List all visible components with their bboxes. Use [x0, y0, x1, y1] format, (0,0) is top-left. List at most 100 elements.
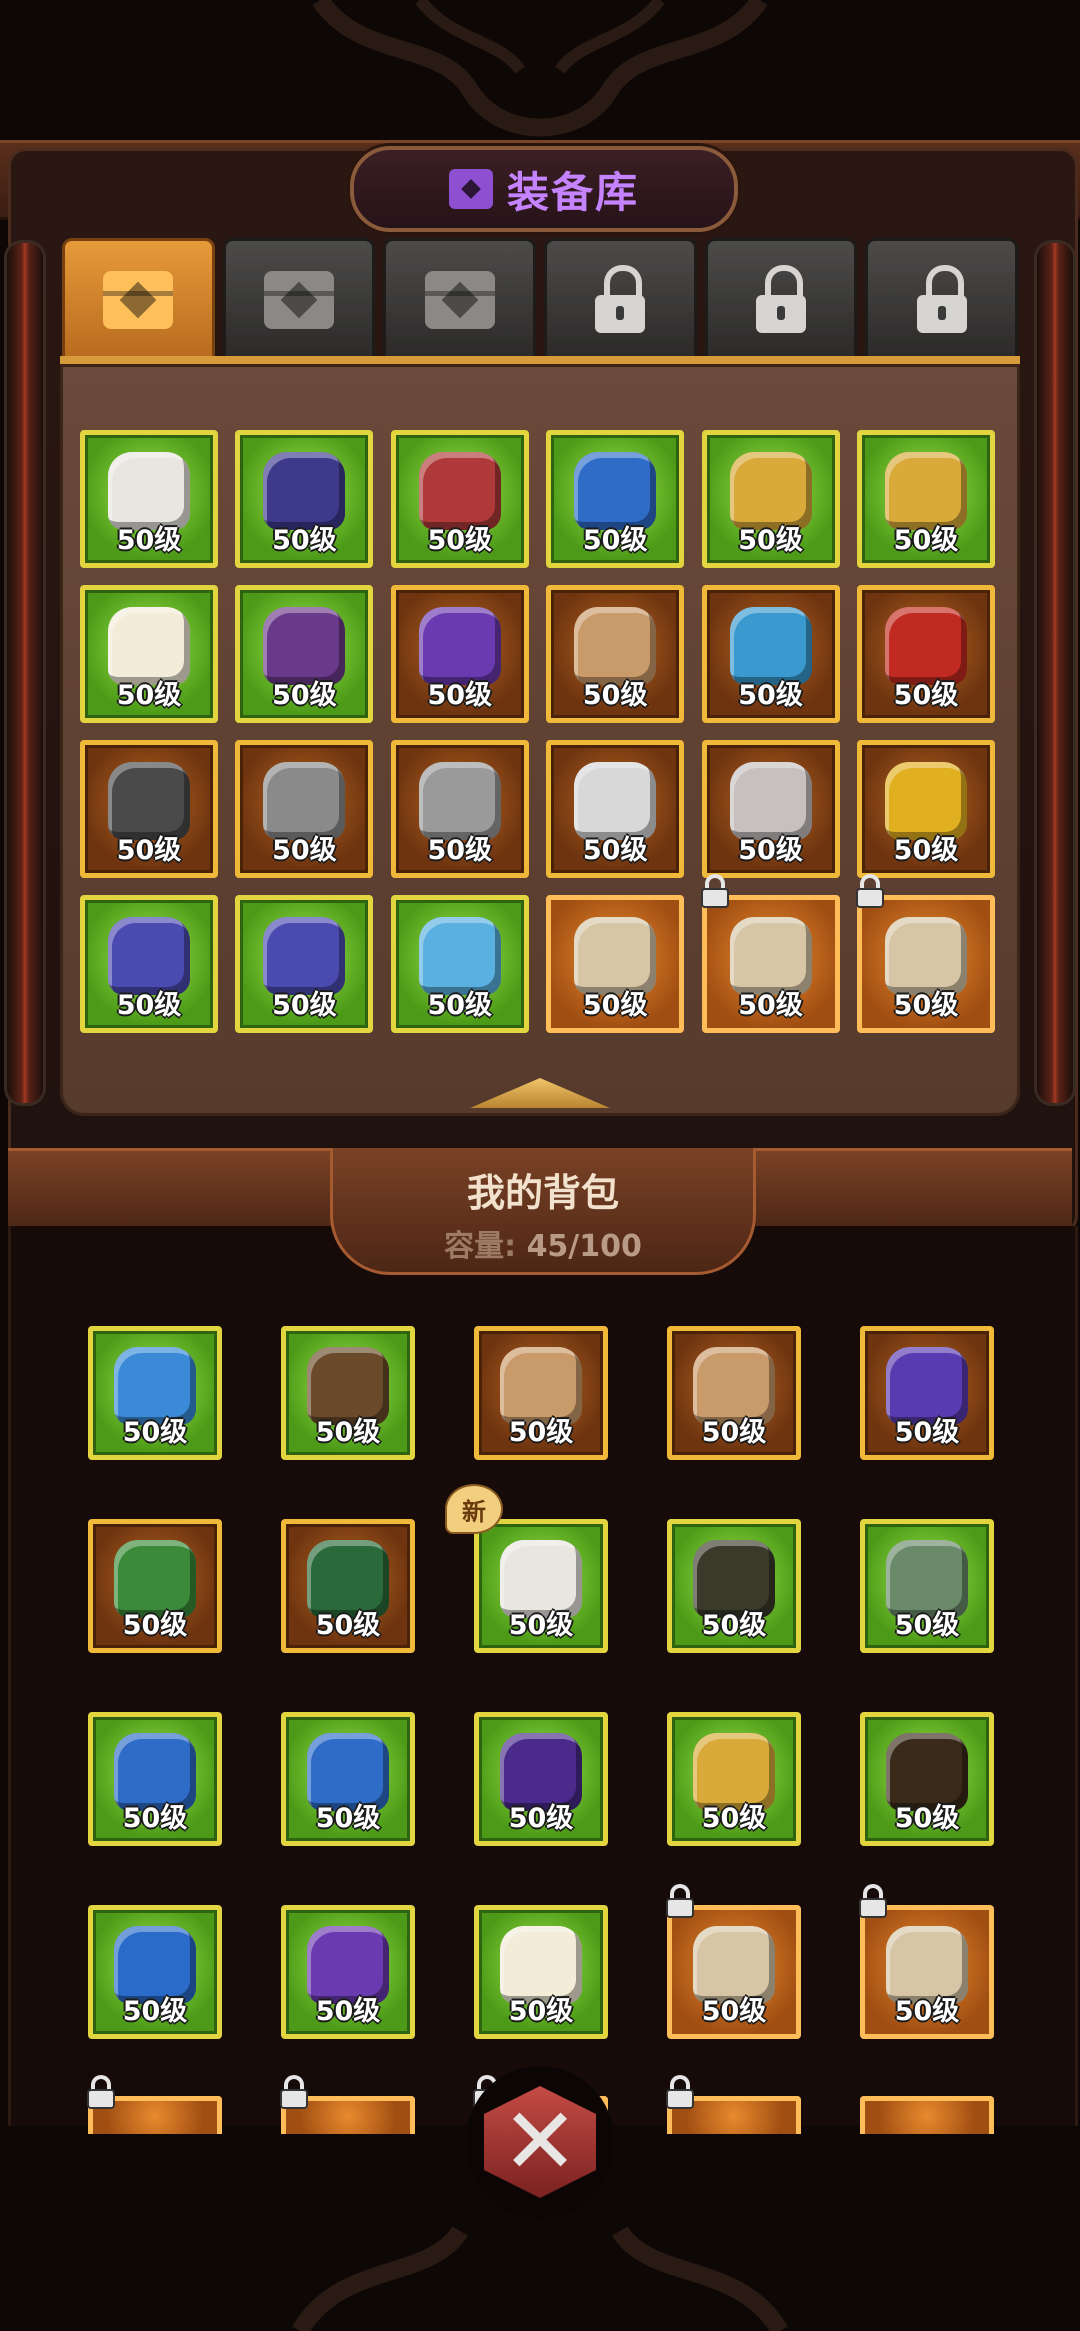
item-level: 50级 — [315, 1610, 381, 1641]
item-level: 50级 — [427, 525, 493, 556]
storage-slot[interactable]: 50级 — [701, 585, 840, 723]
item-level: 50级 — [701, 1803, 767, 1834]
backpack-slot[interactable]: 50级 — [860, 1519, 994, 1653]
chest-icon — [264, 271, 334, 329]
backpack-slot[interactable]: 50级 — [281, 1712, 415, 1846]
backpack-slot[interactable]: 50级 — [281, 1326, 415, 1460]
tab-storage-5-locked[interactable] — [704, 238, 858, 362]
top-ornament — [312, 0, 768, 137]
backpack-slot[interactable]: 50级 — [474, 1712, 608, 1846]
item-level: 50级 — [508, 1610, 574, 1641]
item-level: 50级 — [116, 525, 182, 556]
storage-slot[interactable]: 50级 — [855, 874, 995, 1033]
chest-icon — [103, 271, 174, 329]
lock-icon — [278, 2075, 308, 2109]
storage-slot[interactable]: 50级 — [80, 585, 218, 723]
item-level: 50级 — [122, 1610, 188, 1641]
lock-icon — [915, 265, 969, 335]
storage-slot[interactable]: 50级 — [390, 430, 529, 568]
storage-slot[interactable]: 50级 — [235, 740, 374, 878]
item-level: 50级 — [315, 1803, 381, 1834]
storage-slot[interactable]: 50级 — [546, 585, 685, 723]
storage-slot[interactable]: 50级 — [701, 430, 840, 568]
storage-slot[interactable]: 50级 — [235, 430, 374, 568]
storage-slot[interactable]: 50级 — [856, 430, 995, 568]
item-level: 50级 — [738, 525, 803, 556]
backpack-grid: 50级 50级 50级 50级 50级 50级 50级 50级新 50级 50级 50级 50级 50级… — [88, 1326, 994, 2039]
item-level: 50级 — [272, 835, 337, 866]
item-level: 50级 — [894, 1610, 960, 1641]
backpack-slot[interactable]: 50级 — [281, 1905, 415, 2039]
storage-slot[interactable]: 50级 — [235, 585, 374, 723]
storage-slot[interactable]: 50级 — [80, 740, 218, 878]
item-level: 50级 — [315, 1996, 381, 2027]
right-rail — [1034, 240, 1076, 1106]
item-level: 50级 — [738, 835, 803, 866]
item-level: 50级 — [738, 990, 803, 1021]
lock-icon — [699, 874, 729, 908]
backpack-slot[interactable]: 50级 — [859, 1884, 994, 2039]
backpack-slot[interactable]: 50级 — [88, 1905, 222, 2039]
page-title: 装备库 — [506, 167, 639, 217]
storage-slot[interactable]: 50级 — [390, 895, 529, 1033]
backpack-slot[interactable]: 50级 — [667, 1712, 801, 1846]
left-rail — [4, 240, 46, 1106]
backpack-slot[interactable]: 50级 — [474, 1326, 608, 1460]
item-level: 50级 — [582, 835, 648, 866]
item-level: 50级 — [582, 525, 648, 556]
storage-slot[interactable]: 50级 — [701, 740, 840, 878]
storage-slot[interactable]: 50级 — [546, 740, 685, 878]
storage-slot[interactable]: 50级 — [80, 430, 218, 568]
item-level: 50级 — [508, 1417, 574, 1448]
storage-slot[interactable]: 50级 — [390, 740, 529, 878]
item-level: 50级 — [272, 525, 337, 556]
item-level: 50级 — [582, 680, 648, 711]
storage-slot[interactable]: 50级 — [856, 740, 995, 878]
storage-slot[interactable]: 50级 — [700, 874, 840, 1033]
item-level: 50级 — [116, 990, 182, 1021]
item-level: 50级 — [508, 1803, 574, 1834]
item-level: 50级 — [893, 680, 959, 711]
item-level: 50级 — [738, 680, 803, 711]
storage-slot[interactable]: 50级 — [390, 585, 529, 723]
item-level: 50级 — [122, 1803, 188, 1834]
item-level: 50级 — [427, 680, 493, 711]
item-level: 50级 — [894, 1803, 960, 1834]
backpack-slot[interactable]: 50级 新 — [445, 1484, 608, 1653]
item-level: 50级 — [701, 1996, 767, 2027]
item-level: 50级 — [894, 1996, 960, 2027]
capacity-label: 容量: — [444, 1229, 517, 1264]
tab-storage-1[interactable] — [62, 238, 215, 362]
tab-storage-2[interactable] — [222, 238, 376, 362]
backpack-title-plate: 我的背包 容量: 45/100 — [330, 1148, 756, 1275]
item-level: 50级 — [893, 835, 959, 866]
item-level: 50级 — [508, 1996, 574, 2027]
lock-icon — [593, 265, 647, 335]
backpack-slot[interactable]: 50级 — [88, 1326, 222, 1460]
lock-icon — [754, 265, 808, 335]
backpack-slot[interactable]: 50级 — [281, 1519, 415, 1653]
new-badge: 新 — [445, 1484, 503, 1534]
lock-icon — [85, 2075, 115, 2109]
item-level: 50级 — [116, 835, 182, 866]
lock-icon — [664, 1884, 694, 1918]
tab-storage-4-locked[interactable] — [544, 238, 697, 362]
storage-slot[interactable]: 50级 — [80, 895, 218, 1033]
lock-icon — [854, 874, 884, 908]
storage-slot[interactable]: 50级 — [856, 585, 995, 723]
storage-slot[interactable]: 50级 — [546, 895, 685, 1033]
backpack-slot[interactable]: 50级 — [667, 1326, 801, 1460]
tab-storage-3[interactable] — [383, 238, 537, 362]
backpack-slot[interactable]: 50级 — [666, 1884, 801, 2039]
storage-slot[interactable]: 50级 — [235, 895, 374, 1033]
backpack-slot[interactable]: 50级 — [88, 1712, 222, 1846]
backpack-slot[interactable]: 50级 — [88, 1519, 222, 1653]
backpack-slot[interactable]: 50级 — [860, 1712, 994, 1846]
backpack-slot[interactable]: 50级 — [667, 1519, 801, 1653]
backpack-slot[interactable]: 50级 — [860, 1326, 994, 1460]
storage-tabs — [62, 238, 1019, 362]
backpack-slot[interactable]: 50级 — [474, 1905, 608, 2039]
tab-storage-6-locked[interactable] — [865, 238, 1019, 362]
storage-slot[interactable]: 50级 — [546, 430, 685, 568]
item-level: 50级 — [893, 525, 959, 556]
